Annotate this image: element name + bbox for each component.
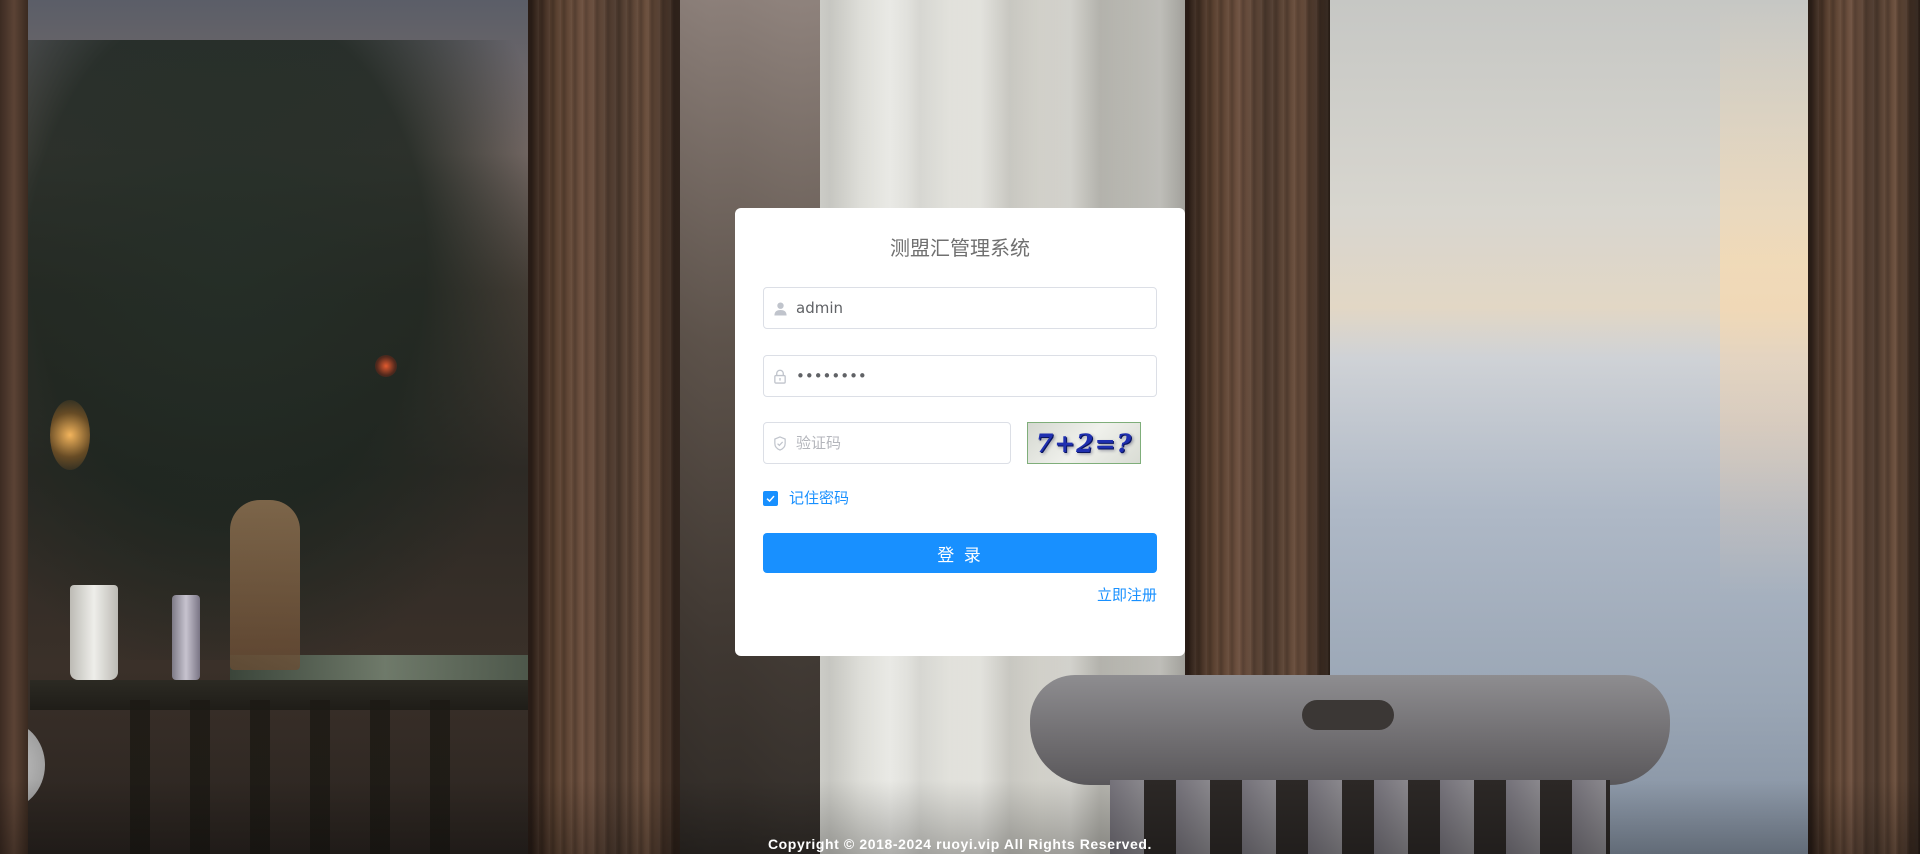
check-icon bbox=[766, 495, 775, 502]
window-frame-edge bbox=[0, 0, 28, 854]
register-link[interactable]: 立即注册 bbox=[1097, 586, 1157, 604]
username-field[interactable] bbox=[763, 287, 1157, 329]
cup bbox=[70, 585, 118, 680]
password-input[interactable] bbox=[796, 356, 1156, 396]
login-card: 测盟汇管理系统 admin 验证码 7+2=? 记住密码 登 录 立即注册 bbox=[735, 208, 1185, 656]
sunlight bbox=[1720, 0, 1810, 854]
bottle bbox=[172, 595, 200, 680]
chair-handle-hole bbox=[1302, 700, 1394, 730]
login-title: 测盟汇管理系统 bbox=[890, 236, 1030, 260]
login-button[interactable]: 登 录 bbox=[763, 533, 1157, 573]
wood-grain bbox=[528, 0, 680, 854]
register-row: 立即注册 bbox=[763, 584, 1157, 604]
light-reflection bbox=[375, 355, 397, 377]
user-icon bbox=[764, 288, 796, 328]
background-chair bbox=[230, 500, 300, 670]
copyright-footer: Copyright © 2018-2024 ruoyi.vip All Righ… bbox=[767, 836, 1153, 852]
password-field[interactable] bbox=[763, 355, 1157, 397]
captcha-input[interactable] bbox=[796, 423, 1010, 463]
remember-label: 记住密码 bbox=[789, 489, 850, 507]
captcha-text: 7+2=? bbox=[1035, 428, 1133, 458]
lock-icon bbox=[764, 356, 796, 396]
captcha-row: 7+2=? bbox=[763, 422, 1157, 464]
captcha-image[interactable]: 7+2=? bbox=[1027, 422, 1141, 464]
shield-check-icon bbox=[764, 423, 796, 463]
wood-grain bbox=[1808, 0, 1920, 854]
captcha-field[interactable] bbox=[763, 422, 1011, 464]
remember-checkbox[interactable] bbox=[763, 490, 778, 506]
remember-password[interactable]: 记住密码 bbox=[763, 488, 1157, 508]
username-input[interactable] bbox=[796, 288, 1156, 328]
lamp-glow bbox=[50, 400, 90, 470]
chair-back bbox=[1030, 675, 1670, 785]
